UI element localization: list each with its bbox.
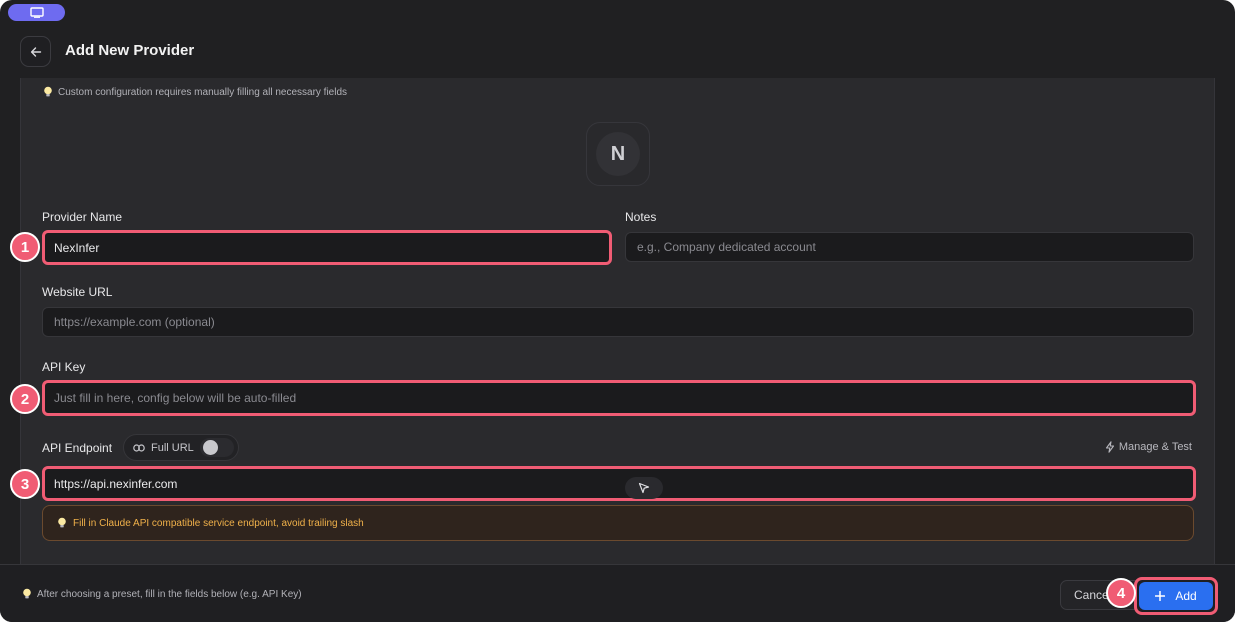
callout-4: 4	[1106, 578, 1136, 608]
api-endpoint-label: API Endpoint	[42, 441, 113, 455]
page-title: Add New Provider	[65, 42, 195, 59]
preset-hint: After choosing a preset, fill in the fie…	[22, 588, 302, 600]
lightbulb-icon	[23, 588, 31, 599]
arrow-left-icon	[30, 46, 41, 57]
preset-hint-text: After choosing a preset, fill in the fie…	[37, 588, 302, 600]
custom-config-hint-text: Custom configuration requires manually f…	[58, 86, 348, 98]
footer-bar: After choosing a preset, fill in the fie…	[0, 564, 1235, 622]
screen-icon	[29, 7, 44, 18]
endpoint-warning-text: Fill in Claude API compatible service en…	[73, 517, 364, 529]
plus-icon	[1155, 591, 1166, 601]
website-url-input[interactable]: https://example.com (optional)	[42, 307, 1194, 337]
callout-1: 1	[10, 232, 40, 262]
link-icon	[133, 443, 145, 452]
api-endpoint-value: https://api.nexinfer.com	[54, 476, 178, 491]
manage-test-link[interactable]: Manage & Test	[1105, 441, 1192, 453]
full-url-switch[interactable]	[200, 438, 234, 457]
full-url-label: Full URL	[151, 441, 194, 454]
back-button[interactable]	[20, 36, 51, 67]
api-key-label: API Key	[42, 360, 86, 374]
website-url-label: Website URL	[42, 285, 113, 299]
callout-3: 3	[10, 469, 40, 499]
cursor-indicator	[625, 477, 663, 499]
full-url-toggle[interactable]: Full URL	[123, 434, 239, 461]
app-window: Add New Provider Custom configuration re…	[0, 0, 1235, 622]
window-pill[interactable]	[8, 4, 65, 21]
notes-input[interactable]: e.g., Company dedicated account	[625, 232, 1194, 262]
manage-test-label: Manage & Test	[1118, 441, 1192, 453]
custom-config-hint: Custom configuration requires manually f…	[43, 86, 347, 98]
provider-avatar[interactable]: N	[586, 122, 650, 186]
avatar-letter: N	[596, 132, 640, 176]
endpoint-warning: Fill in Claude API compatible service en…	[42, 505, 1194, 541]
page-header: Add New Provider	[0, 28, 1235, 74]
api-key-input[interactable]: Just fill in here, config below will be …	[42, 380, 1196, 416]
add-button-label: Add	[1175, 589, 1197, 603]
provider-name-input[interactable]: NexInfer	[42, 230, 612, 265]
callout-2: 2	[10, 384, 40, 414]
switch-knob	[203, 440, 218, 455]
pointer-icon	[638, 482, 650, 494]
form-panel: Custom configuration requires manually f…	[20, 78, 1215, 564]
lightbulb-icon	[44, 86, 52, 97]
notes-label: Notes	[625, 210, 657, 224]
add-button[interactable]: Add	[1139, 582, 1213, 610]
add-button-highlight: Add	[1134, 577, 1218, 615]
provider-name-label: Provider Name	[42, 210, 123, 224]
lightbulb-icon	[58, 517, 66, 528]
api-endpoint-input[interactable]: https://api.nexinfer.com	[42, 466, 1196, 501]
lightning-icon	[1105, 441, 1114, 453]
